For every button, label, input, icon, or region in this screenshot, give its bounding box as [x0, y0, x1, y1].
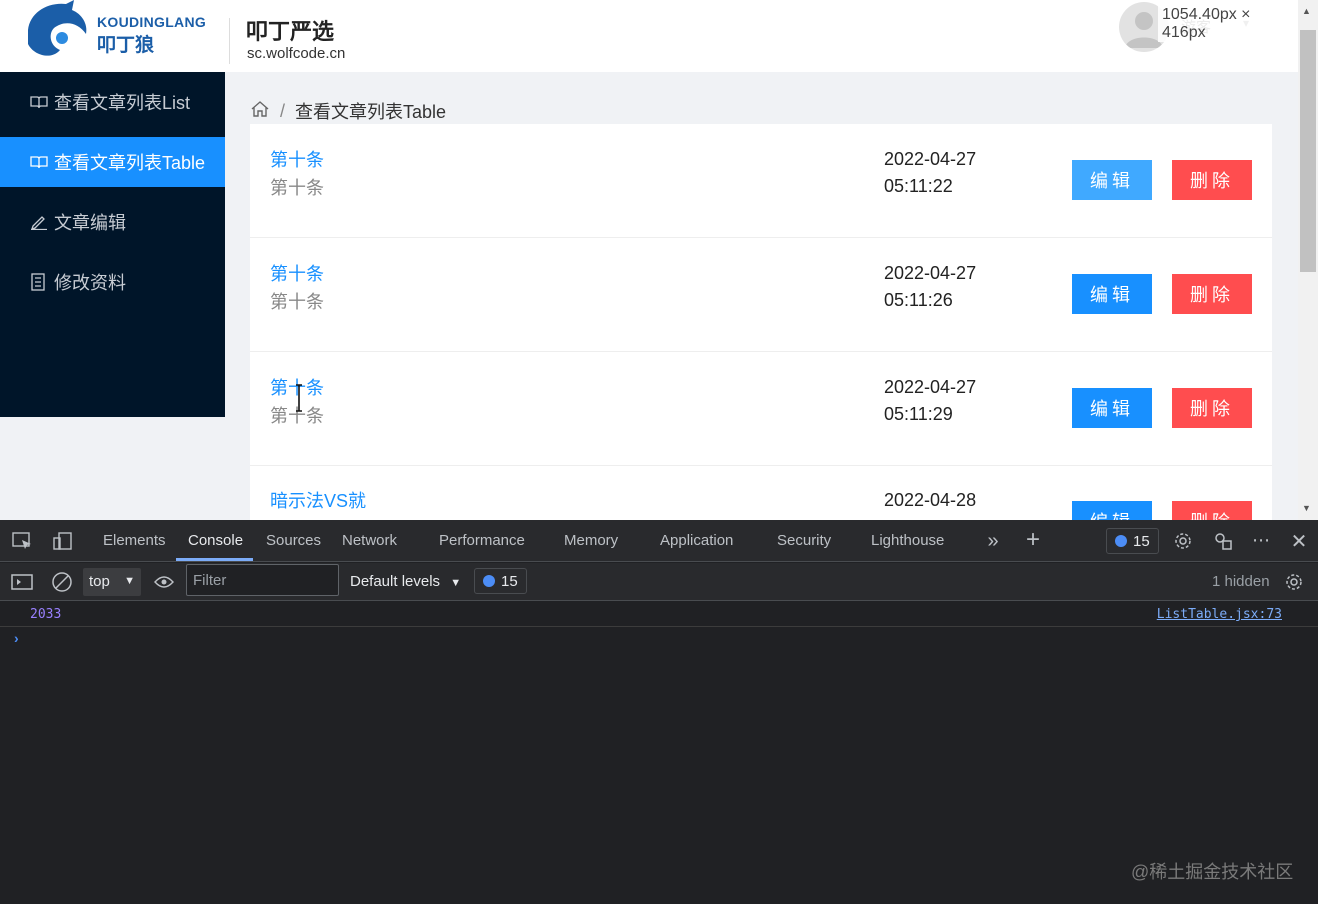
sidebar-item-label: 文章编辑: [54, 213, 126, 233]
tab-sources[interactable]: Sources: [266, 532, 321, 549]
messages-badge[interactable]: 15: [474, 568, 527, 594]
article-date: 2022-04-28: [884, 490, 977, 510]
log-value: 2033: [30, 607, 62, 622]
context-select[interactable]: top ▼: [83, 568, 141, 596]
sidebar-item-profile[interactable]: 修改资料: [0, 257, 225, 307]
close-icon[interactable]: ✕: [1287, 529, 1311, 553]
tab-memory[interactable]: Memory: [564, 532, 618, 549]
tab-console[interactable]: Console: [188, 532, 243, 549]
console-message: 2033 ListTable.jsx:73: [0, 601, 1318, 627]
filter-input[interactable]: [186, 564, 339, 596]
tab-lighthouse[interactable]: Lighthouse: [871, 532, 944, 549]
devtools-tabbar: Elements Console Sources Network Perform…: [0, 520, 1318, 562]
text-cursor-icon: [296, 384, 302, 412]
sidebar-toggle-icon[interactable]: [10, 570, 34, 594]
list-item: 第十条 第十条 2022-04-27 05:11:26 编辑 删除: [250, 238, 1272, 352]
log-levels-dropdown[interactable]: Default levels ▼: [350, 573, 461, 590]
tab-security[interactable]: Security: [777, 532, 831, 549]
more-tabs-icon[interactable]: »: [981, 529, 1005, 553]
devtools-panel: Elements Console Sources Network Perform…: [0, 520, 1318, 904]
breadcrumb-current: 查看文章列表Table: [295, 102, 447, 122]
log-source-link[interactable]: ListTable.jsx:73: [1157, 607, 1282, 622]
article-date: 2022-04-27 05:11:22: [884, 149, 977, 196]
active-tab-indicator: [176, 558, 253, 561]
sidebar: 查看文章列表List 查看文章列表Table 文章编辑 修改资料: [0, 72, 225, 417]
book-icon: [30, 92, 50, 112]
message-icon: [1115, 535, 1127, 547]
article-title[interactable]: 第十条: [270, 146, 324, 172]
site-url: sc.wolfcode.cn: [247, 45, 346, 62]
breadcrumb: / 查看文章列表Table: [250, 98, 446, 124]
connect-device-icon[interactable]: [1211, 529, 1235, 553]
list-item: 第十条 第十条 2022-04-27 05:11:22 编辑 删除: [250, 124, 1272, 238]
sidebar-item-label: 查看文章列表List: [54, 93, 191, 113]
settings-gear-icon[interactable]: [1171, 529, 1195, 553]
article-date: 2022-04-27 05:11:29: [884, 377, 977, 424]
page-scrollbar-thumb[interactable]: [1300, 30, 1316, 272]
device-toolbar-icon[interactable]: [50, 529, 74, 553]
article-desc: 第十条: [270, 178, 324, 198]
logo-text-en: KOUDINGLANG: [97, 14, 207, 30]
breadcrumb-separator: /: [280, 100, 286, 121]
issues-badge[interactable]: 15: [1106, 528, 1159, 554]
edit-button[interactable]: 编辑: [1072, 160, 1152, 200]
dropdown-caret-icon: ▼: [450, 577, 462, 589]
hidden-count: 1 hidden: [1212, 573, 1270, 590]
more-options-icon[interactable]: ⋯: [1249, 528, 1273, 552]
tab-performance[interactable]: Performance: [439, 532, 525, 549]
sidebar-item-label: 修改资料: [54, 273, 126, 293]
delete-button[interactable]: 删除: [1172, 501, 1252, 520]
edit-icon: [30, 212, 50, 232]
dimensions-tooltip: 1054.40px × 416px: [1158, 6, 1298, 42]
header: KOUDINGLANG 叩丁狼 叩丁严选 sc.wolfcode.cn 游客 ▾…: [0, 0, 1298, 72]
edit-button[interactable]: 编辑: [1072, 388, 1152, 428]
tab-elements[interactable]: Elements: [103, 532, 166, 549]
wolf-logo-icon: [28, 0, 87, 56]
article-desc: 第十条: [270, 292, 324, 312]
file-icon: [30, 272, 50, 292]
live-expression-eye-icon[interactable]: [152, 570, 176, 594]
sidebar-item-list[interactable]: 查看文章列表List: [0, 77, 225, 127]
logo-divider: [229, 18, 230, 64]
book-icon: [30, 152, 50, 172]
dropdown-caret-icon: ▼: [124, 575, 135, 587]
console-settings-gear-icon[interactable]: [1282, 570, 1306, 594]
list-item: 第十条 第十条 2022-04-27 05:11:29 编辑 删除: [250, 352, 1272, 466]
delete-button[interactable]: 删除: [1172, 274, 1252, 314]
edit-button[interactable]: 编辑: [1072, 274, 1152, 314]
tab-application[interactable]: Application: [660, 532, 733, 549]
list-item: 暗示法VS就 2022-04-28 编辑 删除: [250, 465, 1272, 520]
message-icon: [483, 575, 495, 587]
logo-text-cn: 叩丁狼: [97, 35, 155, 56]
sidebar-item-label: 查看文章列表Table: [54, 153, 206, 173]
inspect-element-icon[interactable]: [10, 529, 34, 553]
article-title[interactable]: 第十条: [270, 260, 324, 286]
article-title[interactable]: 暗示法VS就: [270, 487, 366, 513]
tab-network[interactable]: Network: [342, 532, 397, 549]
edit-button[interactable]: 编辑: [1072, 501, 1152, 520]
site-title: 叩丁严选: [246, 19, 335, 44]
clear-console-icon[interactable]: [50, 570, 74, 594]
watermark: @稀土掘金技术社区: [1131, 862, 1294, 882]
delete-button[interactable]: 删除: [1172, 388, 1252, 428]
scroll-up-icon[interactable]: ▲: [1302, 6, 1311, 16]
article-list: 第十条 第十条 2022-04-27 05:11:22 编辑 删除 第十条 第十条…: [250, 124, 1272, 520]
delete-button[interactable]: 删除: [1172, 160, 1252, 200]
sidebar-item-table[interactable]: 查看文章列表Table: [0, 137, 225, 187]
home-icon[interactable]: [250, 100, 270, 123]
sidebar-item-edit[interactable]: 文章编辑: [0, 197, 225, 247]
app-viewport: KOUDINGLANG 叩丁狼 叩丁严选 sc.wolfcode.cn 游客 ▾…: [0, 0, 1318, 520]
article-date: 2022-04-27 05:11:26: [884, 263, 977, 310]
scroll-down-icon[interactable]: ▼: [1302, 503, 1311, 513]
console-prompt-icon[interactable]: ›: [14, 630, 19, 646]
add-tab-icon[interactable]: +: [1021, 526, 1045, 553]
